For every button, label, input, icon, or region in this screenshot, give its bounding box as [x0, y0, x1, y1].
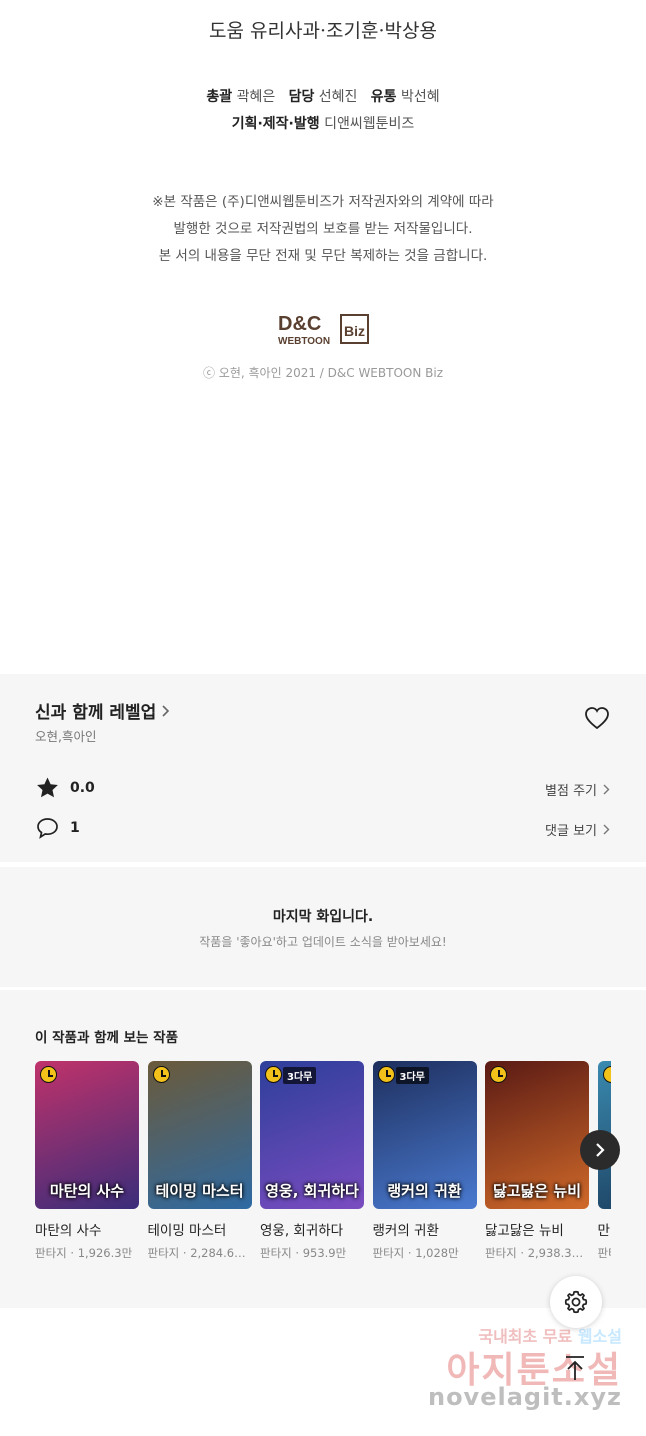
staff-name: 곽혜은 [236, 89, 276, 105]
work-title: 신과 함께 레벨업 [35, 703, 157, 723]
role-label: 유통 [370, 89, 397, 105]
chevron-right-icon [162, 704, 170, 717]
cover-thumbnail: 3다무영웅, 회귀하다 [260, 1061, 364, 1209]
rating-value: 0.0 [70, 780, 95, 796]
staff-credits-line2: 기획·제작·발행 디앤씨웹툰비즈 [0, 113, 646, 133]
card-title: 영웅, 회귀하다 [260, 1223, 344, 1239]
recommendation-card[interactable]: 3다무 영웅, 회귀하다 영웅, 회귀하다 판타지 · 953.9만 [260, 1061, 364, 1261]
gear-icon [564, 1290, 588, 1314]
dnc-webtoon-biz-logo: D&C WEBTOON Biz [278, 313, 369, 347]
card-title: 마탄의 사수 [35, 1223, 102, 1239]
cover-thumbnail: 테이밍 마스터 [147, 1061, 252, 1209]
card-meta: 판타지 · 953.9만 [260, 1246, 347, 1260]
role-label: 담당 [288, 89, 315, 105]
recommendations-heading: 이 작품과 함께 보는 작품 [35, 1030, 178, 1046]
chevron-right-icon [603, 784, 610, 795]
card-title: 랭커의 귀환 [372, 1223, 439, 1239]
recommendation-card[interactable]: 닳고닳은 뉴비 닳고닳은 뉴비 판타지 · 2,938.3… [485, 1061, 589, 1261]
carousel-next-button[interactable] [580, 1130, 620, 1170]
star-icon [37, 777, 58, 798]
free-wait-badge: 3다무 [283, 1067, 317, 1084]
credits-section: 도움 유리사과·조기훈·박상용 총괄 곽혜은 담당 선혜진 유통 박선혜 기획·… [0, 0, 646, 672]
card-meta: 판타지 · 1,028만 [372, 1246, 459, 1260]
assistant-credits: 도움 유리사과·조기훈·박상용 [209, 20, 437, 42]
card-meta: 판타지 · 1,926.3만 [35, 1246, 133, 1260]
staff-name: 디앤씨웹툰비즈 [324, 116, 415, 132]
clock-icon [490, 1066, 507, 1083]
copyright-notice-line: ※본 작품은 (주)디앤씨웹툰비즈가 저작권자와의 계약에 따라 [152, 194, 494, 210]
arrow-up-icon [566, 1356, 584, 1380]
cover-thumbnail: 3다무랭커의 귀환 [372, 1061, 477, 1209]
card-meta: 판타지 · 2,284.6… [147, 1246, 246, 1260]
recommendation-card[interactable]: 마탄의 사수 마탄의 사수 판타지 · 1,926.3만 [35, 1061, 139, 1261]
work-info-panel: 신과 함께 레벨업 오현,흑아인 0.0 별점 주기 1 댓글 보기 [0, 674, 646, 862]
svg-text:WEBTOON: WEBTOON [278, 336, 330, 347]
last-episode-notice: 마지막 화입니다. 작품을 '좋아요'하고 업데이트 소식을 받아보세요! [0, 867, 646, 987]
cover-title-art: 닳고닳은 뉴비 [492, 1182, 582, 1200]
recommendations-section: 이 작품과 함께 보는 작품 마탄의 사수 마탄의 사수 판타지 · 1,926.3… [0, 990, 646, 1308]
scroll-top-button[interactable] [555, 1348, 595, 1388]
chevron-right-icon [596, 1143, 605, 1157]
chevron-right-icon [603, 824, 610, 835]
comment-count: 1 [70, 820, 80, 836]
clock-icon [265, 1066, 282, 1083]
copyright-text: ⓒ 오현, 흑아인 2021 / D&C WEBTOON Biz [202, 366, 444, 380]
heart-icon[interactable] [584, 706, 610, 730]
clock-icon [602, 1066, 611, 1083]
cover-title-art: 영웅, 회귀하다 [265, 1182, 359, 1200]
cover-title-art: 테이밍 마스터 [155, 1182, 244, 1200]
rate-button-label: 별점 주기 [545, 784, 597, 799]
comment-icon [37, 818, 58, 839]
card-meta: 판타지 · 2,938.3… [485, 1246, 584, 1260]
staff-name: 박선혜 [401, 89, 440, 105]
settings-button[interactable] [550, 1276, 602, 1328]
recommendation-carousel: 마탄의 사수 마탄의 사수 판타지 · 1,926.3만 테이밍 마스터 테이밍 마스터… [35, 1061, 611, 1301]
cover-title-art: 랭커의 귀환 [387, 1182, 462, 1200]
cover-title-art: 마탄의 사수 [49, 1182, 125, 1200]
recommendation-card[interactable]: 3다무 랭커의 귀환 랭커의 귀환 판타지 · 1,028만 [372, 1061, 477, 1261]
last-episode-title: 마지막 화입니다. [272, 909, 374, 925]
card-title: 만렙 귀환 [597, 1223, 612, 1239]
svg-text:D&C: D&C [278, 313, 321, 335]
cover-thumbnail: 마탄의 사수 [35, 1061, 139, 1209]
role-label: 기획·제작·발행 [231, 116, 320, 132]
staff-credits-line1: 총괄 곽혜은 담당 선혜진 유통 박선혜 [0, 86, 646, 106]
free-wait-badge: 3다무 [395, 1067, 429, 1084]
clock-icon [377, 1066, 395, 1083]
card-title: 테이밍 마스터 [147, 1223, 227, 1239]
work-authors: 오현,흑아인 [35, 729, 97, 744]
comment-stat: 1 [35, 816, 80, 840]
work-title-link[interactable]: 신과 함께 레벨업 [35, 698, 170, 723]
role-label: 총괄 [206, 89, 233, 105]
svg-text:Biz: Biz [344, 323, 365, 339]
copyright-notice-line: 본 서의 내용을 무단 전재 및 무단 복제하는 것을 금합니다. [158, 248, 488, 264]
cover-thumbnail: 닳고닳은 뉴비 [485, 1061, 589, 1209]
card-title: 닳고닳은 뉴비 [485, 1223, 564, 1239]
rating-stat: 0.0 [35, 776, 95, 800]
rate-button[interactable]: 별점 주기 [545, 780, 610, 799]
clock-icon [152, 1066, 170, 1083]
copyright-notice-line: 발행한 것으로 저작권법의 보호를 받는 저작물입니다. [173, 221, 473, 237]
recommendation-card[interactable]: 테이밍 마스터 테이밍 마스터 판타지 · 2,284.6… [147, 1061, 252, 1261]
clock-icon [40, 1066, 57, 1083]
view-comments-button[interactable]: 댓글 보기 [545, 820, 610, 839]
staff-name: 선혜진 [318, 89, 358, 105]
last-episode-subtitle: 작품을 '좋아요'하고 업데이트 소식을 받아보세요! [199, 935, 447, 949]
view-comments-label: 댓글 보기 [545, 824, 597, 839]
card-meta: 판타지 [597, 1246, 612, 1260]
